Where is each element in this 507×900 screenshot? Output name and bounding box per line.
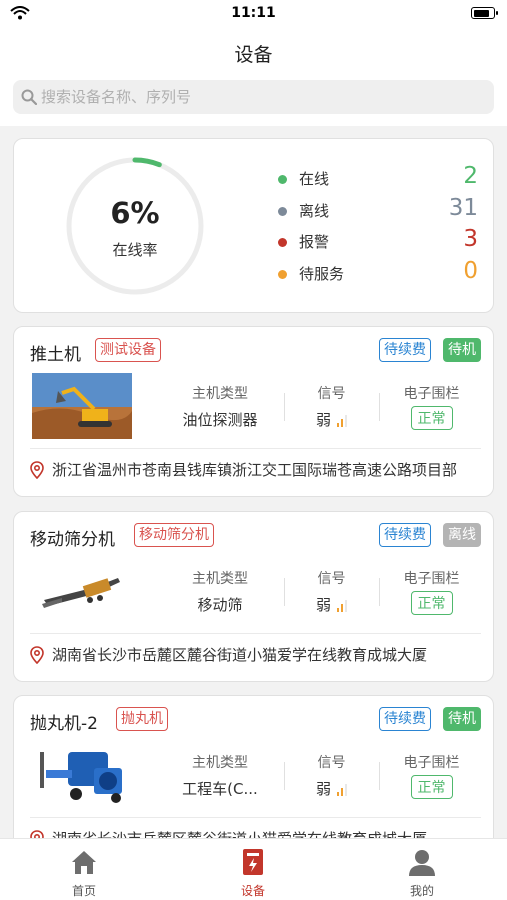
device-card[interactable]: 移动筛分机 移动筛分机 待续费 离线 主机类型 移动筛 信号 弱 电子围栏 正常… (13, 511, 494, 682)
fence-status-badge: 正常 (410, 591, 453, 615)
address-text: 湖南省长沙市岳麓区麓谷街道小猫爱学在线教育成城大厦 (52, 646, 428, 664)
fence-status-badge: 正常 (410, 775, 453, 799)
signal-label: 信号 (317, 571, 346, 587)
renewal-badge[interactable]: 待续费 (379, 338, 431, 362)
device-category-tag: 抛丸机 (116, 707, 168, 731)
device-status-badge: 待机 (443, 707, 481, 731)
divider (379, 578, 380, 606)
legend-label: 离线 (299, 201, 330, 220)
device-status-badge: 离线 (443, 523, 481, 547)
device-status-badge: 待机 (443, 338, 481, 362)
battery-icon (471, 7, 498, 19)
fence-column: 电子围栏 正常 (384, 568, 479, 615)
status-bar: 11:11 (0, 0, 507, 28)
host-type-value: 油位探测器 (182, 411, 258, 429)
divider (379, 393, 380, 421)
signal-column: 信号 弱 (284, 568, 379, 615)
fence-label: 电子围栏 (403, 386, 460, 402)
fence-column: 电子围栏 正常 (384, 383, 479, 430)
search-bar-container (0, 76, 507, 126)
legend-dot (278, 175, 287, 184)
location-pin-icon (30, 646, 44, 664)
signal-label: 信号 (317, 755, 346, 771)
search-icon (21, 89, 37, 105)
tab-devices[interactable]: 设备 (193, 847, 313, 899)
divider (30, 817, 481, 818)
bulldozer-image (32, 373, 132, 439)
host-type-column: 主机类型 油位探测器 (159, 383, 281, 430)
fence-label: 电子围栏 (403, 755, 460, 771)
host-type-label: 主机类型 (192, 755, 248, 771)
tab-label: 首页 (71, 884, 96, 898)
search-input[interactable] (41, 80, 481, 114)
legend-count: 2 (463, 163, 478, 189)
signal-strength-icon (337, 599, 347, 612)
signal-strength-icon (337, 783, 347, 796)
shot-blaster-image (32, 742, 132, 808)
host-type-label: 主机类型 (192, 571, 248, 587)
legend-label: 待服务 (299, 264, 345, 283)
legend-label: 在线 (299, 170, 330, 188)
host-type-column: 主机类型 工程车(C... (159, 752, 281, 799)
legend-count: 3 (463, 226, 478, 252)
legend-count: 0 (463, 257, 478, 284)
divider (30, 633, 481, 634)
divider (379, 762, 380, 790)
tab-label: 我的 (409, 884, 434, 898)
page-title: 设备 (234, 44, 273, 66)
online-rate-value: 6% (110, 196, 160, 230)
fence-column: 电子围栏 正常 (384, 752, 479, 799)
search-bar[interactable] (13, 80, 494, 114)
signal-value: 弱 (315, 780, 331, 798)
tab-bar: 首页 设备 我的 (0, 838, 507, 900)
clock: 11:11 (231, 5, 276, 21)
host-type-value: 移动筛 (197, 596, 243, 614)
divider (30, 448, 481, 449)
signal-label: 信号 (317, 386, 346, 402)
legend-alarm[interactable]: 报警 3 (278, 226, 478, 258)
device-card[interactable]: 推土机 测试设备 待续费 待机 主机类型 油位探测器 信号 弱 电子围栏 正常 … (13, 326, 494, 497)
tab-label: 设备 (240, 884, 265, 898)
legend-offline[interactable]: 离线 31 (278, 195, 478, 227)
renewal-badge[interactable]: 待续费 (379, 707, 431, 731)
signal-column: 信号 弱 (284, 383, 379, 430)
device-icon (243, 849, 263, 875)
device-name: 抛丸机-2 (30, 714, 98, 734)
location-pin-icon (30, 461, 44, 479)
tab-profile[interactable]: 我的 (362, 847, 482, 899)
legend-label: 报警 (299, 233, 330, 251)
device-address[interactable]: 湖南省长沙市岳麓区麓谷街道小猫爱学在线教育成城大厦 (30, 644, 480, 666)
signal-value: 弱 (315, 596, 331, 614)
host-type-column: 主机类型 移动筛 (159, 568, 281, 615)
fence-label: 电子围栏 (403, 571, 460, 587)
address-text: 浙江省温州市苍南县钱库镇浙江交工国际瑞苍高速公路项目部 (52, 461, 458, 479)
legend-count: 31 (448, 194, 478, 221)
mobile-screener-image (32, 558, 132, 624)
online-summary-card: 6% 在线率 在线 2 离线 31 报警 3 待服务 0 (13, 138, 494, 313)
tab-home[interactable]: 首页 (24, 847, 144, 899)
status-legend: 在线 2 离线 31 报警 3 待服务 0 (278, 163, 478, 289)
renewal-badge[interactable]: 待续费 (379, 523, 431, 547)
legend-dot (278, 269, 287, 279)
legend-online[interactable]: 在线 2 (278, 163, 478, 195)
legend-pending-service[interactable]: 待服务 0 (278, 258, 478, 290)
host-type-value: 工程车(C... (182, 780, 258, 798)
device-name: 推土机 (30, 345, 81, 365)
signal-column: 信号 弱 (284, 752, 379, 799)
legend-dot (278, 238, 287, 247)
signal-strength-icon (337, 414, 347, 427)
legend-dot (278, 206, 287, 216)
nav-bar: 设备 (0, 28, 507, 76)
profile-icon (409, 850, 435, 876)
host-type-label: 主机类型 (192, 386, 248, 402)
device-category-tag: 移动筛分机 (134, 523, 214, 547)
device-name: 移动筛分机 (30, 530, 115, 550)
fence-status-badge: 正常 (410, 406, 453, 430)
online-rate-label: 在线率 (112, 241, 158, 259)
home-icon (72, 851, 96, 874)
device-address[interactable]: 浙江省温州市苍南县钱库镇浙江交工国际瑞苍高速公路项目部 (30, 459, 480, 481)
signal-value: 弱 (315, 411, 331, 429)
device-category-tag: 测试设备 (95, 338, 161, 362)
